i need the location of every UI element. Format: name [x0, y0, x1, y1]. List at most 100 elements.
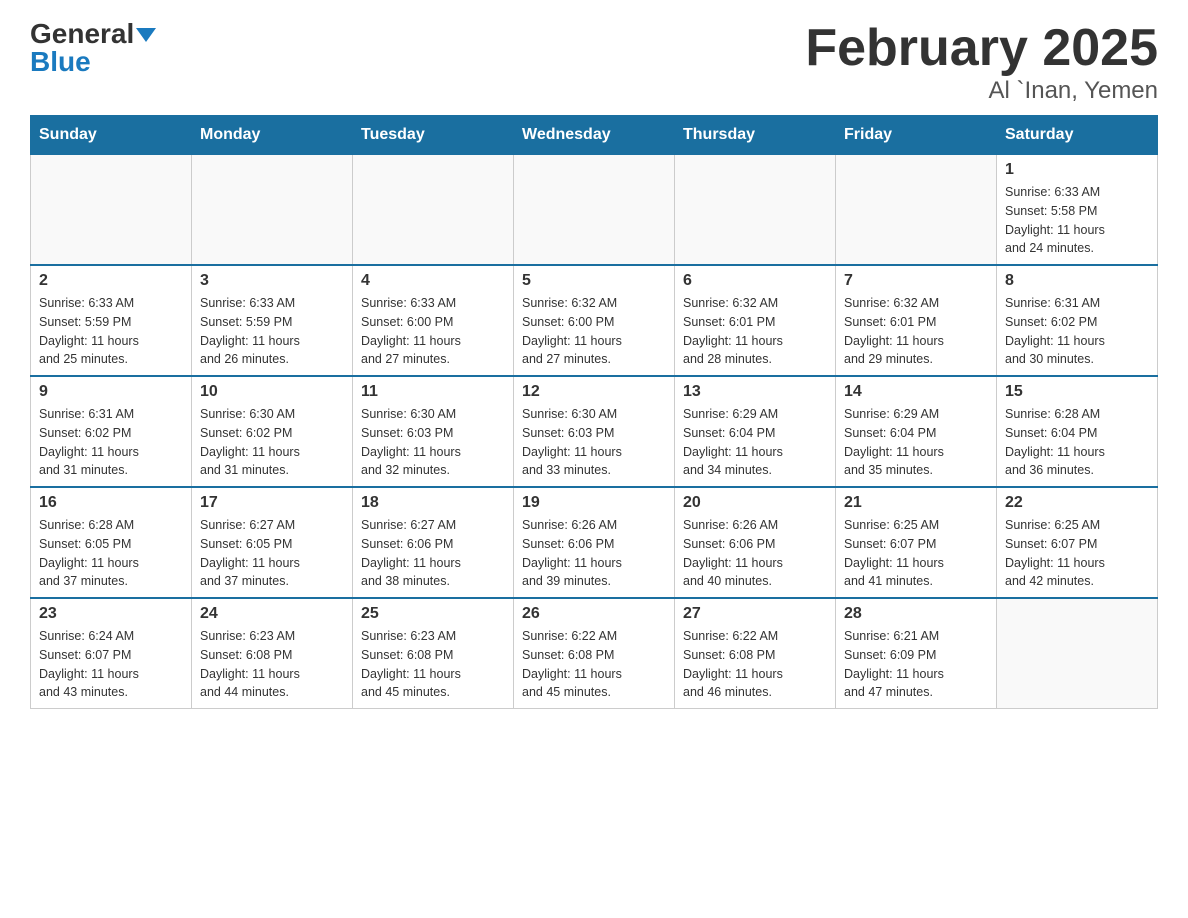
day-info: Sunrise: 6:30 AMSunset: 6:02 PMDaylight:…	[200, 405, 344, 480]
table-row	[31, 155, 192, 266]
day-number: 20	[683, 494, 827, 512]
logo-top: General	[30, 20, 156, 48]
day-info: Sunrise: 6:21 AMSunset: 6:09 PMDaylight:…	[844, 627, 988, 702]
table-row	[192, 155, 353, 266]
day-number: 22	[1005, 494, 1149, 512]
day-number: 4	[361, 272, 505, 290]
day-info: Sunrise: 6:22 AMSunset: 6:08 PMDaylight:…	[522, 627, 666, 702]
day-info: Sunrise: 6:28 AMSunset: 6:05 PMDaylight:…	[39, 516, 183, 591]
table-row: 4Sunrise: 6:33 AMSunset: 6:00 PMDaylight…	[353, 265, 514, 376]
table-row: 18 Sunrise: 6:27 AMSunset: 6:06 PMDayligh…	[353, 487, 514, 598]
table-row: 8 Sunrise: 6:31 AMSunset: 6:02 PMDaylight…	[997, 265, 1158, 376]
table-row: 9 Sunrise: 6:31 AMSunset: 6:02 PMDaylight…	[31, 376, 192, 487]
day-number: 15	[1005, 383, 1149, 401]
table-row	[675, 155, 836, 266]
logo-general-text: General	[30, 18, 134, 49]
col-header-monday: Monday	[192, 116, 353, 155]
page-header: General Blue February 2025 Al `Inan, Yem…	[30, 20, 1158, 105]
table-row	[997, 598, 1158, 709]
day-number: 1	[1005, 161, 1149, 179]
day-number: 11	[361, 383, 505, 401]
table-row: 5Sunrise: 6:32 AMSunset: 6:00 PMDaylight…	[514, 265, 675, 376]
logo-triangle-icon	[136, 28, 156, 42]
table-row: 22Sunrise: 6:25 AMSunset: 6:07 PMDayligh…	[997, 487, 1158, 598]
day-info: Sunrise: 6:29 AMSunset: 6:04 PMDaylight:…	[683, 405, 827, 480]
table-row: 28 Sunrise: 6:21 AMSunset: 6:09 PMDayligh…	[836, 598, 997, 709]
title-block: February 2025 Al `Inan, Yemen	[805, 20, 1158, 105]
day-info: Sunrise: 6:25 AMSunset: 6:07 PMDaylight:…	[844, 516, 988, 591]
day-info: Sunrise: 6:32 AMSunset: 6:01 PMDaylight:…	[844, 294, 988, 369]
table-row: 17 Sunrise: 6:27 AMSunset: 6:05 PMDayligh…	[192, 487, 353, 598]
table-row	[836, 155, 997, 266]
day-info: Sunrise: 6:33 AMSunset: 5:58 PMDaylight:…	[1005, 183, 1149, 258]
table-row: 11Sunrise: 6:30 AMSunset: 6:03 PMDayligh…	[353, 376, 514, 487]
table-row: 14 Sunrise: 6:29 AMSunset: 6:04 PMDayligh…	[836, 376, 997, 487]
day-info: Sunrise: 6:26 AMSunset: 6:06 PMDaylight:…	[522, 516, 666, 591]
day-info: Sunrise: 6:31 AMSunset: 6:02 PMDaylight:…	[1005, 294, 1149, 369]
table-row: 7 Sunrise: 6:32 AMSunset: 6:01 PMDaylight…	[836, 265, 997, 376]
calendar-subtitle: Al `Inan, Yemen	[805, 77, 1158, 105]
day-info: Sunrise: 6:33 AMSunset: 5:59 PMDaylight:…	[39, 294, 183, 369]
day-info: Sunrise: 6:32 AMSunset: 6:01 PMDaylight:…	[683, 294, 827, 369]
calendar-table: Sunday Monday Tuesday Wednesday Thursday…	[30, 115, 1158, 709]
day-info: Sunrise: 6:27 AMSunset: 6:05 PMDaylight:…	[200, 516, 344, 591]
day-number: 26	[522, 605, 666, 623]
day-number: 28	[844, 605, 988, 623]
table-row: 24 Sunrise: 6:23 AMSunset: 6:08 PMDayligh…	[192, 598, 353, 709]
table-row	[514, 155, 675, 266]
table-row: 15 Sunrise: 6:28 AMSunset: 6:04 PMDayligh…	[997, 376, 1158, 487]
day-info: Sunrise: 6:28 AMSunset: 6:04 PMDaylight:…	[1005, 405, 1149, 480]
table-row: 12 Sunrise: 6:30 AMSunset: 6:03 PMDayligh…	[514, 376, 675, 487]
table-row: 26 Sunrise: 6:22 AMSunset: 6:08 PMDayligh…	[514, 598, 675, 709]
table-row	[353, 155, 514, 266]
day-number: 12	[522, 383, 666, 401]
day-number: 21	[844, 494, 988, 512]
table-row: 2 Sunrise: 6:33 AMSunset: 5:59 PMDaylight…	[31, 265, 192, 376]
col-header-friday: Friday	[836, 116, 997, 155]
day-number: 23	[39, 605, 183, 623]
col-header-sunday: Sunday	[31, 116, 192, 155]
table-row: 23 Sunrise: 6:24 AMSunset: 6:07 PMDayligh…	[31, 598, 192, 709]
day-number: 8	[1005, 272, 1149, 290]
day-number: 17	[200, 494, 344, 512]
day-number: 9	[39, 383, 183, 401]
col-header-tuesday: Tuesday	[353, 116, 514, 155]
table-row: 27 Sunrise: 6:22 AMSunset: 6:08 PMDayligh…	[675, 598, 836, 709]
logo: General Blue	[30, 20, 156, 76]
day-info: Sunrise: 6:26 AMSunset: 6:06 PMDaylight:…	[683, 516, 827, 591]
col-header-thursday: Thursday	[675, 116, 836, 155]
day-info: Sunrise: 6:23 AMSunset: 6:08 PMDaylight:…	[200, 627, 344, 702]
day-info: Sunrise: 6:29 AMSunset: 6:04 PMDaylight:…	[844, 405, 988, 480]
day-number: 13	[683, 383, 827, 401]
table-row: 1 Sunrise: 6:33 AMSunset: 5:58 PMDaylight…	[997, 155, 1158, 266]
day-number: 6	[683, 272, 827, 290]
day-info: Sunrise: 6:23 AMSunset: 6:08 PMDaylight:…	[361, 627, 505, 702]
day-number: 7	[844, 272, 988, 290]
day-number: 3	[200, 272, 344, 290]
table-row: 16Sunrise: 6:28 AMSunset: 6:05 PMDayligh…	[31, 487, 192, 598]
day-number: 18	[361, 494, 505, 512]
day-number: 10	[200, 383, 344, 401]
table-row: 20 Sunrise: 6:26 AMSunset: 6:06 PMDayligh…	[675, 487, 836, 598]
table-row: 13 Sunrise: 6:29 AMSunset: 6:04 PMDayligh…	[675, 376, 836, 487]
day-number: 27	[683, 605, 827, 623]
calendar-header-row: Sunday Monday Tuesday Wednesday Thursday…	[31, 116, 1158, 155]
day-number: 19	[522, 494, 666, 512]
table-row: 3 Sunrise: 6:33 AMSunset: 5:59 PMDaylight…	[192, 265, 353, 376]
day-number: 14	[844, 383, 988, 401]
day-info: Sunrise: 6:30 AMSunset: 6:03 PMDaylight:…	[522, 405, 666, 480]
calendar-title: February 2025	[805, 20, 1158, 77]
day-info: Sunrise: 6:24 AMSunset: 6:07 PMDaylight:…	[39, 627, 183, 702]
table-row: 25 Sunrise: 6:23 AMSunset: 6:08 PMDayligh…	[353, 598, 514, 709]
logo-blue-text: Blue	[30, 46, 91, 77]
day-info: Sunrise: 6:22 AMSunset: 6:08 PMDaylight:…	[683, 627, 827, 702]
day-info: Sunrise: 6:31 AMSunset: 6:02 PMDaylight:…	[39, 405, 183, 480]
day-number: 25	[361, 605, 505, 623]
table-row: 19 Sunrise: 6:26 AMSunset: 6:06 PMDayligh…	[514, 487, 675, 598]
day-number: 24	[200, 605, 344, 623]
day-number: 2	[39, 272, 183, 290]
day-info: Sunrise: 6:33 AMSunset: 5:59 PMDaylight:…	[200, 294, 344, 369]
col-header-wednesday: Wednesday	[514, 116, 675, 155]
day-info: Sunrise: 6:27 AMSunset: 6:06 PMDaylight:…	[361, 516, 505, 591]
table-row: 21 Sunrise: 6:25 AMSunset: 6:07 PMDayligh…	[836, 487, 997, 598]
